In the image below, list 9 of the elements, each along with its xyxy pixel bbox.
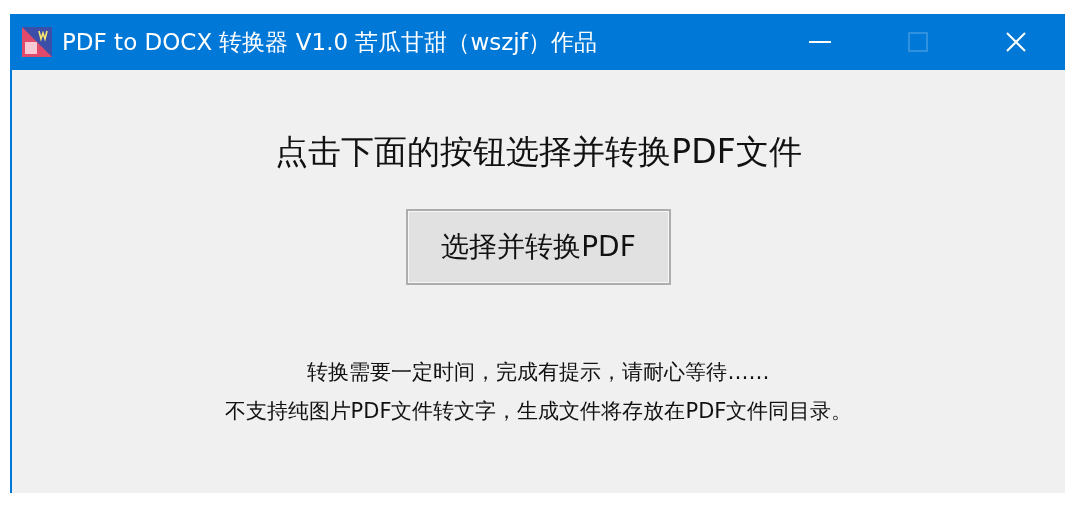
close-icon — [1006, 32, 1026, 52]
maximize-icon — [908, 32, 928, 52]
select-convert-button[interactable]: 选择并转换PDF — [406, 209, 671, 285]
note-text: 不支持纯图片PDF文件转文字，生成文件将存放在PDF文件同目录。 — [224, 398, 853, 425]
app-logo-icon — [22, 27, 52, 57]
minimize-icon — [809, 41, 831, 43]
instruction-heading: 点击下面的按钮选择并转换PDF文件 — [275, 131, 802, 173]
note-text: 转换需要一定时间，完成有提示，请耐心等待…… — [307, 359, 770, 386]
window-title: PDF to DOCX 转换器 V1.0 苦瓜甘甜（wszjf）作品 — [62, 27, 598, 57]
